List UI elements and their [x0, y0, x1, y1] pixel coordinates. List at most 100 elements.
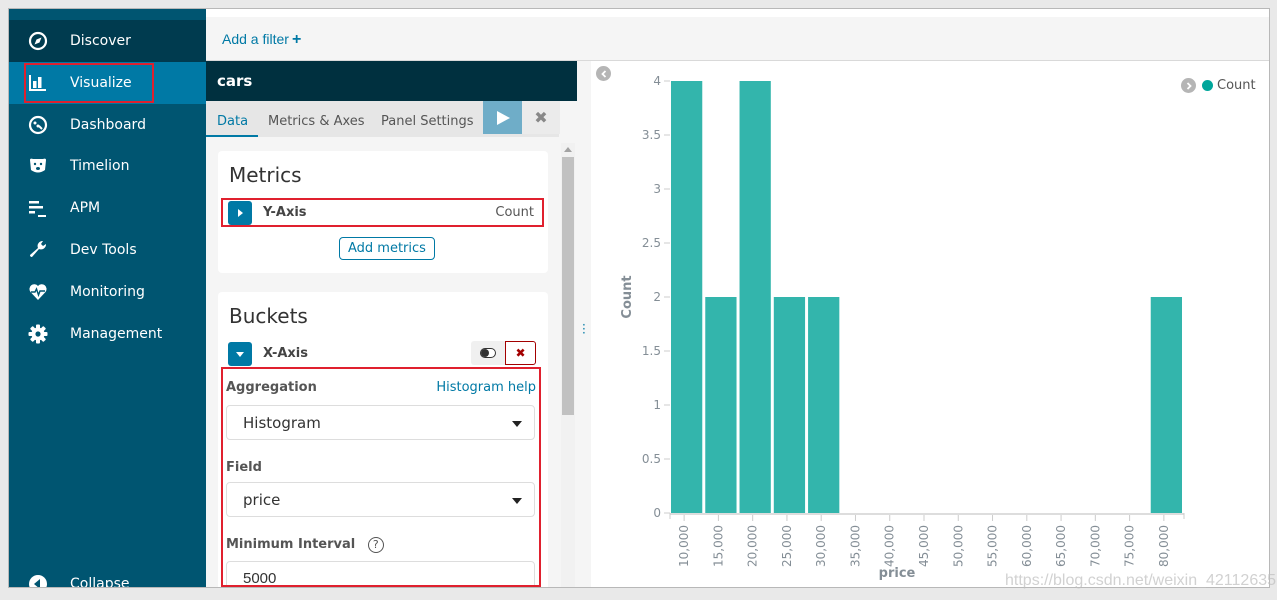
y-tick-label: 2	[653, 290, 661, 304]
legend-label[interactable]: Count	[1217, 78, 1256, 93]
sidebar-item-discover[interactable]: Discover	[9, 20, 206, 62]
add-filter-link[interactable]: Add a filter +	[222, 31, 301, 49]
histogram-bar	[671, 81, 703, 513]
x-tick-label: 80,000	[1157, 525, 1171, 567]
minimum-interval-value: 5000	[243, 570, 277, 587]
x-tick-label: 60,000	[1020, 525, 1034, 567]
chevron-right-icon	[1186, 81, 1192, 90]
caret-down-icon	[512, 498, 522, 504]
bucket-row-x-axis[interactable]: X-Axis ✖	[228, 341, 540, 367]
legend-color-swatch[interactable]	[1202, 80, 1213, 91]
bear-face-icon	[27, 155, 49, 177]
histogram-bar	[705, 297, 737, 513]
highlight-box	[221, 367, 541, 587]
metric-agg-label: Count	[495, 205, 534, 220]
add-filter-label: Add a filter	[222, 31, 289, 47]
tab-data[interactable]: Data	[206, 101, 259, 137]
sidebar-collapse-button[interactable]: Collapse	[9, 563, 206, 588]
y-axis-title: Count	[620, 275, 635, 318]
aggregation-select[interactable]: Histogram	[226, 405, 535, 440]
tab-metrics-axes[interactable]: Metrics & Axes	[268, 101, 365, 137]
compass-icon	[27, 30, 49, 52]
chart-area: 0 0.5 1 1.5 2 2.5 3 3.5 4 10,000 15,000 20,000 25,00…	[591, 61, 1269, 587]
toggle-legend-button[interactable]	[1181, 78, 1196, 93]
x-tick-label: 25,000	[780, 525, 794, 567]
x-axis-title: price	[879, 566, 916, 581]
bucket-axis-label: X-Axis	[263, 346, 308, 361]
heartbeat-icon	[27, 281, 49, 303]
buckets-panel: Buckets X-Axis ✖ Aggregation Histogram h…	[218, 292, 548, 587]
y-tick-label: 0	[653, 506, 661, 520]
discard-changes-button[interactable]: ✖	[522, 101, 560, 134]
field-value: price	[243, 491, 281, 509]
chevron-right-icon	[238, 209, 243, 217]
caret-down-icon	[512, 421, 522, 427]
x-tick-label: 55,000	[986, 525, 1000, 567]
minimum-interval-input[interactable]: 5000	[226, 561, 535, 587]
sidebar-item-timelion[interactable]: Timelion	[9, 145, 206, 187]
chart-legend: Count	[1181, 78, 1256, 93]
sidebar-item-label: Monitoring	[70, 284, 145, 300]
sidebar-item-visualize[interactable]: Visualize	[9, 62, 206, 104]
histogram-help-link[interactable]: Histogram help	[436, 380, 536, 395]
expand-metric-button[interactable]	[228, 201, 252, 225]
help-question-icon[interactable]: ?	[367, 537, 384, 553]
plus-icon: +	[291, 31, 302, 48]
sidebar-item-label: Discover	[70, 33, 131, 49]
histogram-bar	[739, 81, 771, 513]
metrics-heading: Metrics	[229, 163, 302, 187]
x-tick-label: 40,000	[883, 525, 897, 567]
visualization-editor: cars Data Metrics & Axes Panel Settings …	[206, 61, 577, 587]
collapse-bucket-button[interactable]	[228, 342, 252, 366]
buckets-heading: Buckets	[229, 304, 308, 328]
sidebar-item-management[interactable]: Management	[9, 313, 206, 355]
dashboard-gauge-icon	[27, 114, 49, 136]
app-window: Discover Visualize Dashboard Timelion AP…	[8, 8, 1270, 588]
scroll-up-arrow-icon[interactable]	[564, 147, 572, 152]
bar-chart-icon	[27, 72, 49, 94]
y-tick-label: 1	[653, 398, 661, 412]
sidebar-item-dev-tools[interactable]: Dev Tools	[9, 229, 206, 271]
drag-handle-icon: · · ·	[582, 318, 586, 340]
metrics-panel: Metrics Y-Axis Count Add metrics	[218, 151, 548, 273]
sidebar-item-label: Collapse	[70, 576, 130, 588]
x-tick-label: 15,000	[711, 525, 725, 567]
scrollbar-thumb[interactable]	[562, 157, 574, 415]
toggle-bucket-button[interactable]	[471, 341, 505, 365]
y-tick-label: 4	[653, 74, 661, 88]
sidebar-item-label: Dev Tools	[70, 242, 137, 258]
metric-row-y-axis[interactable]: Y-Axis Count	[228, 200, 540, 226]
remove-bucket-button[interactable]: ✖	[505, 341, 536, 365]
sidebar: Discover Visualize Dashboard Timelion AP…	[9, 9, 206, 588]
field-select[interactable]: price	[226, 482, 535, 517]
y-tick-label: 3	[653, 182, 661, 196]
aggregation-value: Histogram	[243, 414, 321, 432]
tab-panel-settings[interactable]: Panel Settings	[381, 101, 474, 137]
x-tick-label: 10,000	[677, 525, 691, 567]
sidebar-item-dashboard[interactable]: Dashboard	[9, 104, 206, 146]
x-tick-label: 20,000	[746, 525, 760, 567]
apply-changes-button[interactable]	[483, 101, 522, 134]
histogram-bar	[773, 297, 806, 513]
chevron-down-icon	[236, 352, 244, 357]
apm-bars-icon	[27, 197, 49, 219]
sidebar-item-label: Visualize	[70, 75, 132, 91]
gear-icon	[27, 323, 49, 345]
y-tick-label: 3.5	[642, 128, 661, 142]
close-icon: ✖	[515, 346, 526, 360]
editor-scrollbar[interactable]	[561, 143, 575, 587]
field-label: Field	[226, 460, 262, 475]
histogram-chart: 0 0.5 1 1.5 2 2.5 3 3.5 4 10,000 15,000 20,000 25,00…	[620, 74, 1185, 581]
panel-resize-handle[interactable]: · · ·	[577, 61, 591, 587]
y-tick-label: 1.5	[642, 344, 661, 358]
sidebar-item-monitoring[interactable]: Monitoring	[9, 271, 206, 313]
add-metrics-button[interactable]: Add metrics	[339, 237, 435, 260]
y-tick-label: 2.5	[642, 236, 661, 250]
sidebar-item-apm[interactable]: APM	[9, 187, 206, 229]
metric-axis-label: Y-Axis	[263, 205, 307, 220]
minimum-interval-label: Minimum Interval ?	[226, 537, 384, 553]
sidebar-item-label: Dashboard	[70, 117, 146, 133]
histogram-bar	[1150, 297, 1182, 513]
watermark: https://blog.csdn.net/weixin_42112635	[1005, 572, 1277, 589]
x-tick-label: 45,000	[917, 525, 931, 567]
